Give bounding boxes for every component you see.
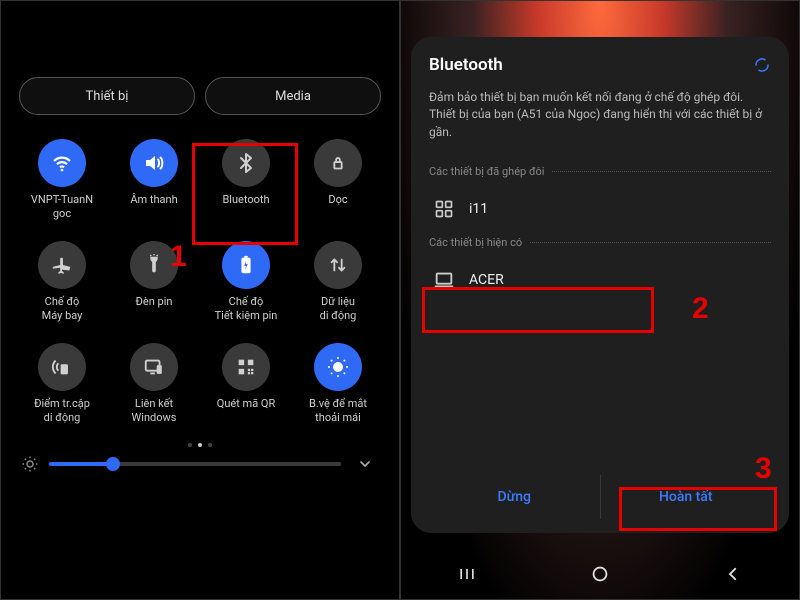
annotation-box-2 xyxy=(422,287,654,333)
tile-label: Chế độ Máy bay xyxy=(42,295,83,323)
hotspot-icon xyxy=(38,343,86,391)
annotation-number-1: 1 xyxy=(170,240,187,274)
stop-button[interactable]: Dừng xyxy=(429,475,600,519)
device-name: i11 xyxy=(469,201,488,217)
rotation-lock-icon xyxy=(314,139,362,187)
expand-icon[interactable] xyxy=(351,456,379,472)
android-navbar xyxy=(401,549,799,599)
tile-label: Chế độ Tiết kiệm pin xyxy=(215,295,278,323)
tile-sound[interactable]: Âm thanh xyxy=(111,133,197,227)
tile-label: Âm thanh xyxy=(130,193,177,221)
tile-battery-saver[interactable]: Chế độ Tiết kiệm pin xyxy=(203,235,289,329)
tile-label: Điểm tr.cập di động xyxy=(34,397,90,425)
recents-button[interactable] xyxy=(455,562,479,586)
tile-hotspot[interactable]: Điểm tr.cập di động xyxy=(19,337,105,431)
brightness-icon xyxy=(21,455,39,473)
brightness-row xyxy=(19,455,381,477)
qr-grid-icon xyxy=(433,198,455,220)
airplane-icon xyxy=(38,241,86,289)
scanning-spinner-icon xyxy=(753,56,771,74)
tab-devices[interactable]: Thiết bị xyxy=(19,77,195,115)
tile-wifi[interactable]: VNPT-TuanN goc xyxy=(19,133,105,227)
paired-section-text: Các thiết bị đã ghép đôi xyxy=(429,165,544,178)
tile-label: B.vệ để mắt thoải mái xyxy=(309,397,367,425)
tile-rotation[interactable]: Dọc xyxy=(295,133,381,227)
battery-saver-icon xyxy=(222,241,270,289)
paired-section-label: Các thiết bị đã ghép đôi xyxy=(429,165,771,178)
qs-tabs: Thiết bị Media xyxy=(19,77,381,115)
tile-link-windows[interactable]: Liên kết Windows xyxy=(111,337,197,431)
home-button[interactable] xyxy=(588,562,612,586)
link-windows-icon xyxy=(130,343,178,391)
annotation-number-3: 3 xyxy=(755,452,772,486)
brightness-slider[interactable] xyxy=(49,462,341,466)
mobile-data-icon xyxy=(314,241,362,289)
available-section-text: Các thiết bị hiện có xyxy=(429,236,522,249)
wifi-icon xyxy=(38,139,86,187)
tile-label: Dữ liệu di động xyxy=(320,295,357,323)
eye-comfort-icon xyxy=(314,343,362,391)
paired-device-row[interactable]: i11 xyxy=(429,188,771,230)
page-indicator xyxy=(188,443,212,447)
sheet-title: Bluetooth xyxy=(429,55,503,75)
tile-label: Liên kết Windows xyxy=(132,397,177,425)
sheet-description: Đảm bảo thiết bị bạn muốn kết nối đang ở… xyxy=(429,89,771,141)
tile-airplane[interactable]: Chế độ Máy bay xyxy=(19,235,105,329)
annotation-number-2: 2 xyxy=(692,292,709,326)
tile-label: VNPT-TuanN goc xyxy=(31,193,93,221)
annotation-box-3 xyxy=(619,487,777,531)
available-section-label: Các thiết bị hiện có xyxy=(429,236,771,249)
annotation-box-1 xyxy=(192,143,298,245)
tile-label: Dọc xyxy=(328,193,347,221)
slider-thumb[interactable] xyxy=(106,457,120,471)
bluetooth-sheet: Bluetooth Đảm bảo thiết bị bạn muốn kết … xyxy=(411,37,789,533)
sound-icon xyxy=(130,139,178,187)
tile-label: Đèn pin xyxy=(136,295,173,323)
tab-media[interactable]: Media xyxy=(205,77,381,115)
qr-icon xyxy=(222,343,270,391)
tile-mobile-data[interactable]: Dữ liệu di động xyxy=(295,235,381,329)
tile-qr-scan[interactable]: Quét mã QR xyxy=(203,337,289,431)
tile-eye-comfort[interactable]: B.vệ để mắt thoải mái xyxy=(295,337,381,431)
device-name: ACER xyxy=(469,272,504,288)
tile-label: Quét mã QR xyxy=(217,397,276,425)
back-button[interactable] xyxy=(721,562,745,586)
quick-settings-panel: Thiết bị Media VNPT-TuanN goc Âm thanh B… xyxy=(0,0,400,600)
